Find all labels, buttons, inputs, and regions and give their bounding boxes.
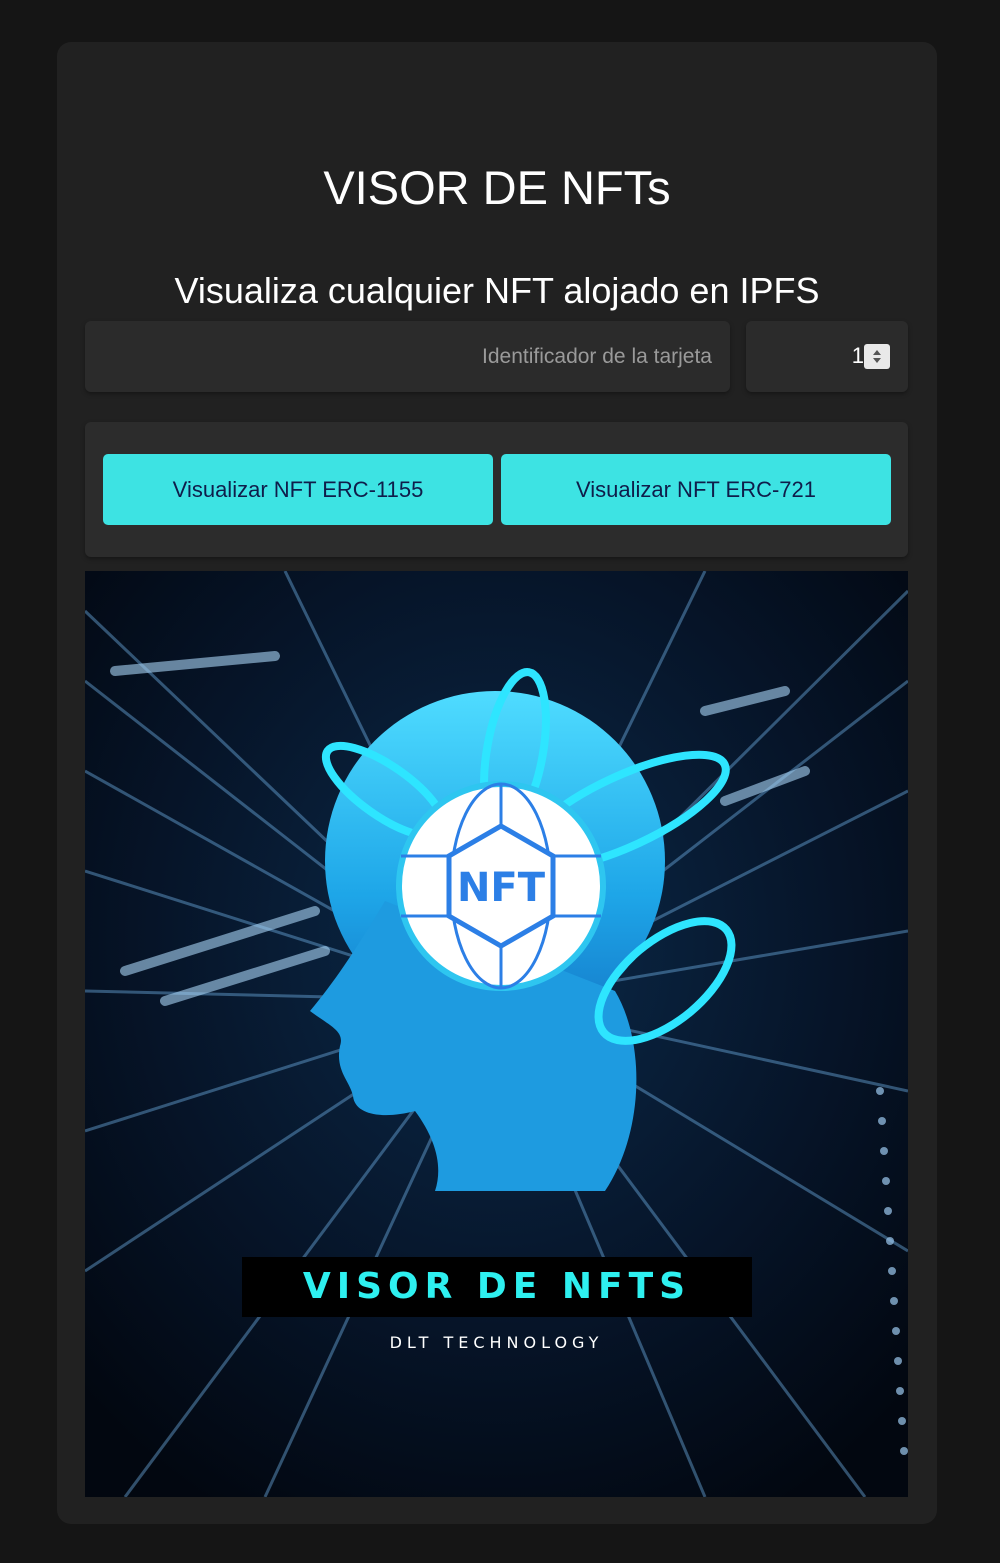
spinner-up-icon[interactable] bbox=[873, 350, 881, 355]
page-subtitle: Visualiza cualquier NFT alojado en IPFS bbox=[174, 270, 820, 311]
nft-globe-icon: NFT bbox=[396, 781, 606, 991]
nft-badge-text: NFT bbox=[457, 865, 546, 911]
main-card: VISOR DE NFTs Visualiza cualquier NFT al… bbox=[57, 42, 937, 1524]
nft-banner-title: VISOR DE NFTS bbox=[242, 1257, 752, 1317]
number-spinner[interactable] bbox=[864, 344, 890, 369]
spinner-down-icon[interactable] bbox=[873, 358, 881, 363]
nft-image: NFT VISOR DE NFTS DLT TECHNOLOGY bbox=[85, 571, 908, 1497]
amount-value: 1 bbox=[851, 343, 864, 368]
page-title: VISOR DE NFTs bbox=[323, 161, 671, 214]
button-panel: Visualizar NFT ERC-1155 Visualizar NFT E… bbox=[85, 422, 908, 557]
nft-banner-subtitle: DLT TECHNOLOGY bbox=[389, 1333, 604, 1352]
amount-number-input[interactable]: 1 bbox=[746, 321, 908, 392]
card-id-input[interactable] bbox=[85, 321, 730, 392]
view-erc721-button[interactable]: Visualizar NFT ERC-721 bbox=[501, 454, 891, 525]
nft-artwork: NFT bbox=[85, 571, 908, 1497]
view-erc1155-button[interactable]: Visualizar NFT ERC-1155 bbox=[103, 454, 493, 525]
